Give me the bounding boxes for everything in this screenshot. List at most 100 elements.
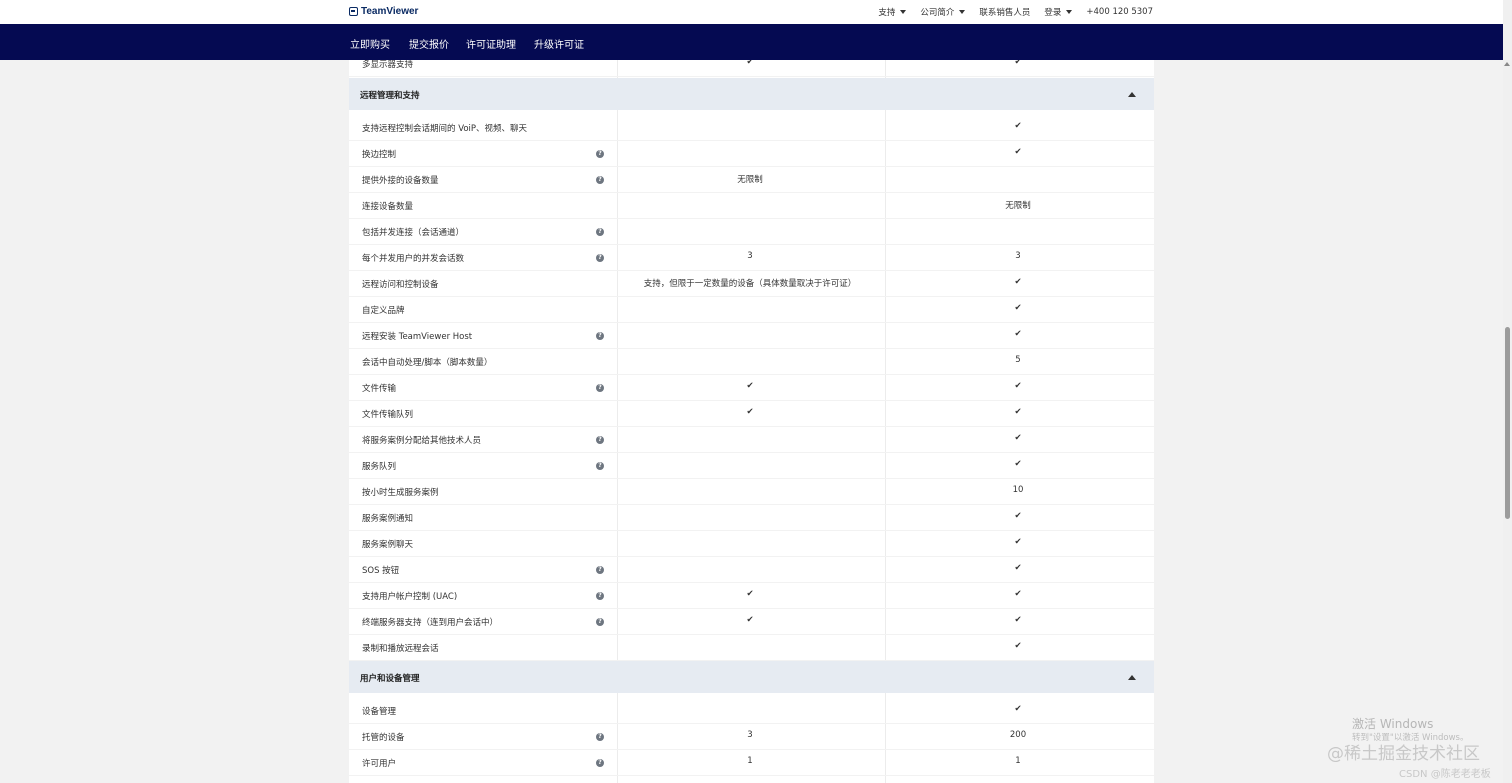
- feature-value-col2: ✔: [1014, 511, 1022, 521]
- feature-value-col1: 无限制: [737, 175, 763, 185]
- help-icon[interactable]: ?: [596, 228, 604, 236]
- feature-value-col2: ✔: [1014, 147, 1022, 157]
- feature-value-col1: 3: [747, 251, 753, 261]
- feature-value-col2: ✔: [1014, 121, 1022, 131]
- help-icon[interactable]: ?: [596, 592, 604, 600]
- feature-label: 按小时生成服务案例: [362, 488, 439, 498]
- section-header-remote-support[interactable]: 远程管理和支持: [349, 78, 1154, 110]
- help-icon[interactable]: ?: [596, 176, 604, 184]
- feature-value-col2: 1: [1015, 756, 1021, 766]
- feature-value-col2: ✔: [1014, 563, 1022, 573]
- table-row: 设备管理 ✔: [349, 698, 1154, 724]
- section-header-user-device[interactable]: 用户和设备管理: [349, 661, 1154, 693]
- login-menu[interactable]: 登录: [1044, 6, 1073, 18]
- main-nav: 立即购买 提交报价 许可证助理 升级许可证: [0, 24, 1503, 60]
- table-row: 文件传输? ✔ ✔: [349, 375, 1154, 401]
- feature-value-col2: 200: [1009, 730, 1027, 740]
- feature-label: 文件传输队列: [362, 410, 414, 420]
- feature-label: 服务队列: [362, 462, 397, 472]
- table-row: 将服务案例分配给其他技术人员? ✔: [349, 427, 1154, 453]
- feature-value-col2: ✔: [1014, 407, 1022, 417]
- table-row: 每个并发用户的并发会话数? 3 3: [349, 245, 1154, 271]
- table-row: 录制和播放远程会话 ✔: [349, 635, 1154, 661]
- feature-label: SOS 按钮: [362, 566, 400, 576]
- nav-upgrade[interactable]: 升级许可证: [534, 36, 584, 51]
- table-row: 托管的设备? 3 200: [349, 724, 1154, 750]
- feature-value-col1: 支持，但限于一定数量的设备（具体数量取决于许可证）: [643, 279, 857, 289]
- support-label: 支持: [878, 8, 896, 18]
- help-icon[interactable]: ?: [596, 759, 604, 767]
- feature-value-col2: ✔: [1014, 615, 1022, 625]
- table-row: 远程访问和控制设备 支持，但限于一定数量的设备（具体数量取决于许可证） ✔: [349, 271, 1154, 297]
- collapse-icon[interactable]: [1128, 92, 1136, 97]
- feature-value-col1: ✔: [746, 381, 754, 391]
- scrollbar-thumb[interactable]: [1505, 327, 1510, 519]
- section-title: 用户和设备管理: [360, 674, 420, 684]
- top-bar: TeamViewer 支持 公司简介 联系销售人员 登录 +400 120 53…: [0, 0, 1512, 24]
- feature-value-col2: 无限制: [1005, 201, 1031, 211]
- feature-value-col2: ✔: [1014, 704, 1022, 714]
- feature-label: 包括并发连接（会话通道）: [362, 228, 465, 238]
- feature-value-col1: ✔: [746, 407, 754, 417]
- table-row: 包括并发连接（会话通道）?: [349, 219, 1154, 245]
- feature-label: 设备管理: [362, 707, 397, 717]
- help-icon[interactable]: ?: [596, 733, 604, 741]
- feature-table: 多显示器支持 ✔ ✔ 远程管理和支持 支持远程控制会话期间的 VoiP、视频、聊…: [349, 60, 1154, 783]
- feature-value-col2: ✔: [1014, 589, 1022, 599]
- caret-down-icon: [1066, 10, 1073, 14]
- help-icon[interactable]: ?: [596, 150, 604, 158]
- feature-label: 支持用户帐户控制 (UAC): [362, 592, 458, 602]
- table-row: 提供外接的设备数量? 无限制: [349, 167, 1154, 193]
- section-title: 远程管理和支持: [360, 91, 420, 101]
- csdn-watermark: CSDN @陈老老老板: [1399, 769, 1491, 780]
- feature-value-col1: ✔: [746, 615, 754, 625]
- support-menu[interactable]: 支持: [878, 6, 907, 18]
- activate-windows-watermark: 激活 Windows: [1352, 717, 1434, 731]
- feature-label: 终端服务器支持（连到用户会话中）: [362, 618, 499, 628]
- table-row: 服务案例聊天 ✔: [349, 531, 1154, 557]
- table-row: 支持用户帐户控制 (UAC)? ✔ ✔: [349, 583, 1154, 609]
- feature-label: 连接设备数量: [362, 202, 414, 212]
- scroll-up-icon[interactable]: [1504, 62, 1510, 66]
- table-row: 多显示器支持 ✔ ✔: [349, 60, 1154, 77]
- feature-value-col2: 3: [1015, 251, 1021, 261]
- nav-quote[interactable]: 提交报价: [409, 36, 449, 51]
- feature-label: 远程访问和控制设备: [362, 280, 439, 290]
- caret-down-icon: [959, 10, 966, 14]
- caret-down-icon: [900, 10, 907, 14]
- help-icon[interactable]: ?: [596, 436, 604, 444]
- table-row: SOS 按钮? ✔: [349, 557, 1154, 583]
- table-row: 远程安装 TeamViewer Host? ✔: [349, 323, 1154, 349]
- help-icon[interactable]: ?: [596, 462, 604, 470]
- feature-value-col2: 5: [1015, 355, 1021, 365]
- feature-value-col2: ✔: [1014, 641, 1022, 651]
- feature-value-col2: ✔: [1014, 433, 1022, 443]
- teamviewer-logo[interactable]: TeamViewer: [349, 6, 418, 17]
- table-row: 自定义品牌 ✔: [349, 297, 1154, 323]
- contact-sales-link[interactable]: 联系销售人员: [979, 6, 1030, 18]
- feature-label: 远程安装 TeamViewer Host: [362, 332, 473, 342]
- help-icon[interactable]: ?: [596, 254, 604, 262]
- feature-label: 换边控制: [362, 150, 397, 160]
- feature-label: 服务案例聊天: [362, 540, 414, 550]
- about-menu[interactable]: 公司简介: [920, 6, 966, 18]
- phone-number[interactable]: +400 120 5307: [1086, 7, 1153, 17]
- help-icon[interactable]: ?: [596, 384, 604, 392]
- help-icon[interactable]: ?: [596, 618, 604, 626]
- table-row: 会话中自动处理/脚本（脚本数量） 5: [349, 349, 1154, 375]
- feature-value-col2: 10: [1012, 485, 1024, 495]
- community-watermark: @稀土掘金技术社区: [1327, 744, 1480, 764]
- help-icon[interactable]: ?: [596, 332, 604, 340]
- teamviewer-logo-icon: [349, 7, 358, 16]
- table-row: 按小时生成服务案例 10: [349, 479, 1154, 505]
- feature-value-col2: ✔: [1014, 303, 1022, 313]
- feature-value-col1: ✔: [746, 589, 754, 599]
- nav-license-help[interactable]: 许可证助理: [466, 36, 516, 51]
- nav-buy[interactable]: 立即购买: [350, 36, 390, 51]
- help-icon[interactable]: ?: [596, 566, 604, 574]
- table-row: 支持远程控制会话期间的 VoiP、视频、聊天 ✔: [349, 115, 1154, 141]
- top-nav: 支持 公司简介 联系销售人员 登录 +400 120 5307: [864, 6, 1153, 18]
- feature-label: 服务案例通知: [362, 514, 414, 524]
- collapse-icon[interactable]: [1128, 675, 1136, 680]
- table-row: 换边控制? ✔: [349, 141, 1154, 167]
